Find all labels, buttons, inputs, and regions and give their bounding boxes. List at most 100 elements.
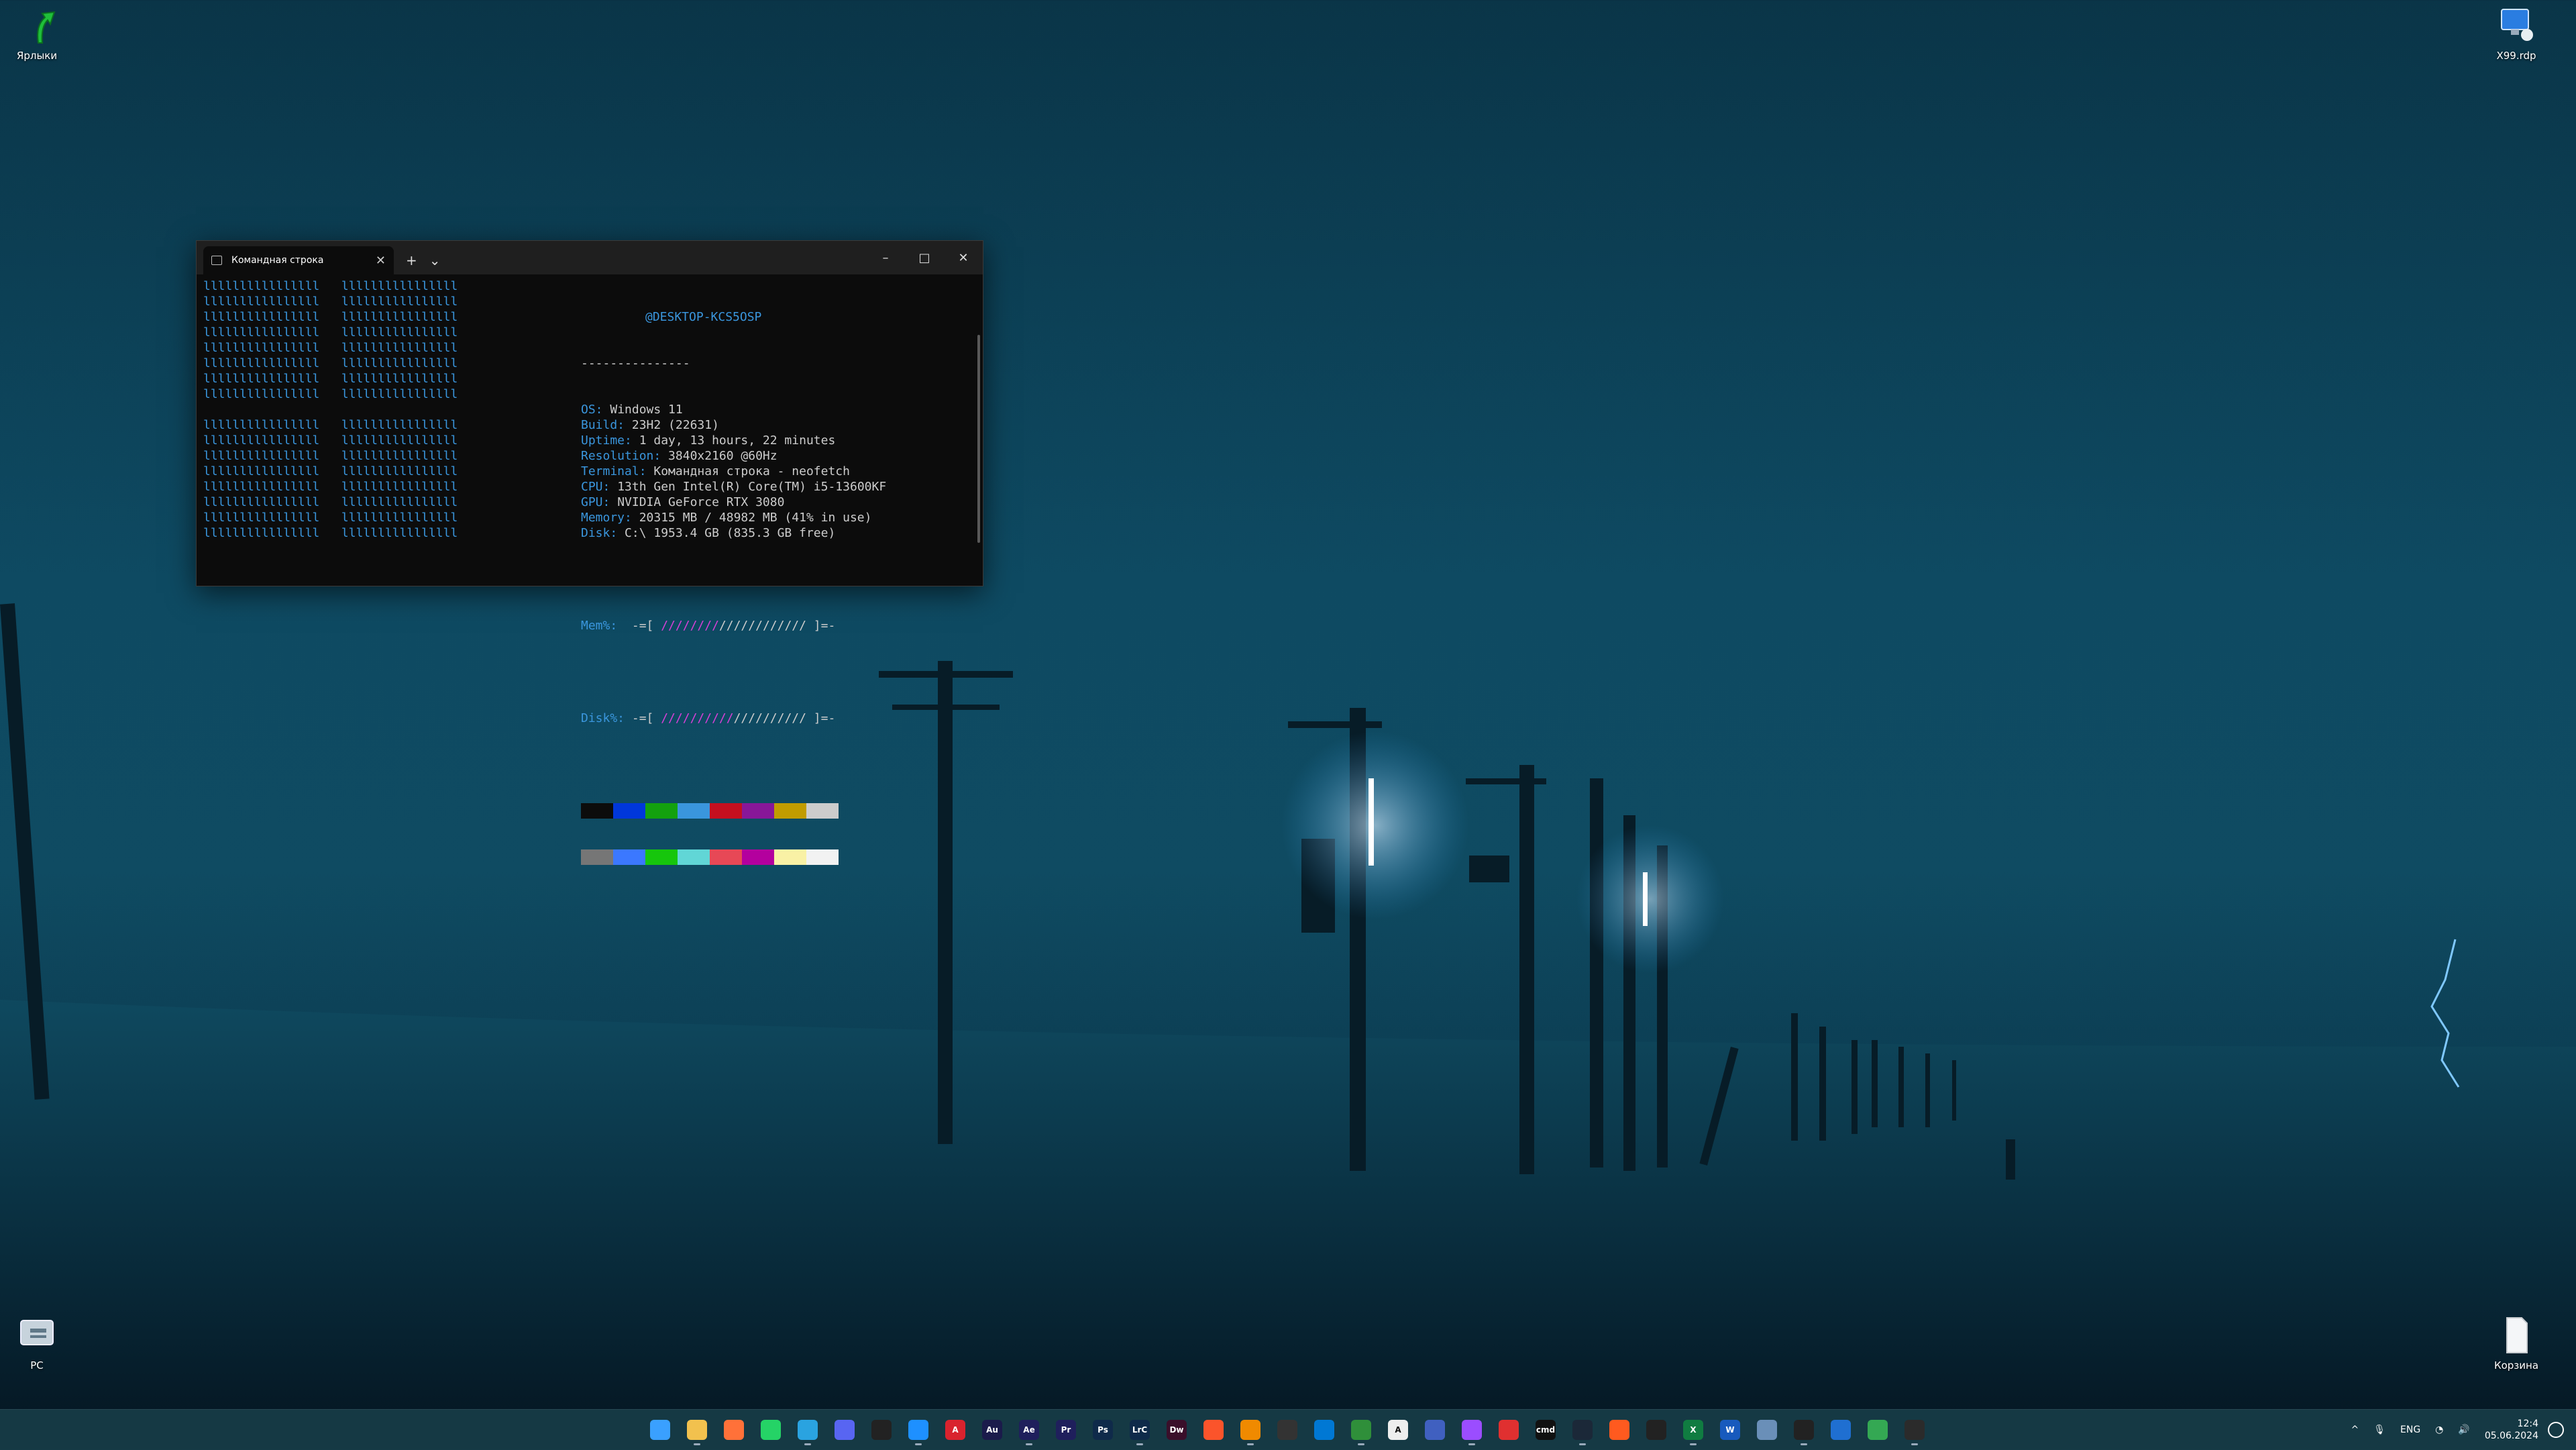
running-indicator xyxy=(1690,1443,1697,1445)
taskbar-app-chrome[interactable] xyxy=(1862,1414,1894,1446)
info-key: Build: xyxy=(581,418,625,432)
taskbar-app-app-rdp[interactable] xyxy=(1419,1414,1451,1446)
color-swatch xyxy=(581,803,613,819)
logo-line: llllllllllllllll llllllllllllllll xyxy=(203,480,458,494)
file-explorer-icon xyxy=(687,1420,707,1440)
app-white-a-icon: A xyxy=(1388,1420,1408,1440)
logo-line: llllllllllllllll llllllllllllllll xyxy=(203,387,458,401)
desktop-icon-pc[interactable]: PC xyxy=(0,1315,74,1371)
taskbar-app-app-green[interactable] xyxy=(1345,1414,1377,1446)
taskbar-app-app-meta[interactable] xyxy=(1788,1414,1820,1446)
logo-gap xyxy=(203,402,458,417)
taskbar-app-telegram[interactable] xyxy=(792,1414,824,1446)
taskbar-app-app-blue-circle[interactable] xyxy=(902,1414,934,1446)
running-indicator xyxy=(1136,1443,1143,1445)
minimize-button[interactable]: – xyxy=(866,241,905,274)
taskbar-app-dreamweaver[interactable]: Dw xyxy=(1161,1414,1193,1446)
taskbar-app-app-red[interactable] xyxy=(1493,1414,1525,1446)
taskbar-app-audition[interactable]: Au xyxy=(976,1414,1008,1446)
start-icon xyxy=(650,1420,670,1440)
tray-overflow-chevron-icon[interactable]: ^ xyxy=(2351,1425,2359,1435)
taskbar-app-app-white-a[interactable]: A xyxy=(1382,1414,1414,1446)
running-indicator xyxy=(1801,1443,1807,1445)
desktop-icon-label: Ярлыки xyxy=(16,50,58,62)
info-row: Terminal: Командная строка - neofetch xyxy=(581,464,886,479)
terminal-scrollbar[interactable] xyxy=(977,335,980,543)
taskbar-app-brave[interactable] xyxy=(1197,1414,1230,1446)
taskbar-app-lightroom[interactable]: LrC xyxy=(1124,1414,1156,1446)
clock[interactable]: 12:4 05.06.2024 xyxy=(2485,1418,2538,1442)
taskbar-app-app-yellow[interactable] xyxy=(865,1414,898,1446)
system-tray: ^ 🎙 ENG ◔ 🔊 12:4 05.06.2024 xyxy=(2351,1410,2576,1450)
taskbar-app-firefox[interactable] xyxy=(718,1414,750,1446)
taskbar-app-app-orange[interactable] xyxy=(1603,1414,1635,1446)
taskbar-app-photoshop[interactable]: Ps xyxy=(1087,1414,1119,1446)
running-indicator xyxy=(1579,1443,1586,1445)
taskbar-app-excel[interactable]: X xyxy=(1677,1414,1709,1446)
taskbar-app-vscode[interactable] xyxy=(1308,1414,1340,1446)
chrome-icon xyxy=(1868,1420,1888,1440)
acrobat-icon: A xyxy=(945,1420,965,1440)
taskbar-app-app-globe[interactable] xyxy=(1751,1414,1783,1446)
microphone-icon[interactable]: 🎙 xyxy=(2373,1425,2385,1435)
color-swatch xyxy=(806,803,839,819)
close-button[interactable]: ✕ xyxy=(944,241,983,274)
logo-line: llllllllllllllll llllllllllllllll xyxy=(203,433,458,448)
app-yellow-icon xyxy=(871,1420,892,1440)
color-swatch xyxy=(645,803,678,819)
wifi-icon[interactable]: ◔ xyxy=(2435,1425,2443,1435)
running-indicator xyxy=(915,1443,922,1445)
taskbar-app-start[interactable] xyxy=(644,1414,676,1446)
terminal-output[interactable]: llllllllllllllll llllllllllllllll lllllll… xyxy=(197,274,983,865)
taskbar-app-github[interactable] xyxy=(1271,1414,1303,1446)
taskbar-app-app-mail[interactable] xyxy=(1825,1414,1857,1446)
excel-icon: X xyxy=(1683,1420,1703,1440)
info-key: Uptime: xyxy=(581,433,632,448)
taskbar-app-app-dark[interactable]: cmd xyxy=(1529,1414,1562,1446)
disk-free: ////////// xyxy=(733,711,806,725)
taskbar-app-steam[interactable] xyxy=(1566,1414,1599,1446)
desktop-icon-shortcuts[interactable]: Ярлыки xyxy=(0,5,74,62)
color-swatch xyxy=(806,849,839,865)
taskbar-app-discord[interactable] xyxy=(828,1414,861,1446)
logo-line: llllllllllllllll llllllllllllllll xyxy=(203,495,458,509)
taskbar-app-file-explorer[interactable] xyxy=(681,1414,713,1446)
taskbar-app-after-effects[interactable]: Ae xyxy=(1013,1414,1045,1446)
vlc-icon xyxy=(1240,1420,1260,1440)
app-red-icon xyxy=(1499,1420,1519,1440)
mem-used: //////// xyxy=(661,619,719,633)
taskbar-app-whatsapp[interactable] xyxy=(755,1414,787,1446)
lightroom-icon: LrC xyxy=(1130,1420,1150,1440)
desktop-icon-x99-rdp[interactable]: X99.rdp xyxy=(2479,5,2553,62)
desktop-icon-recycle-bin[interactable]: Корзина xyxy=(2479,1315,2553,1371)
logo-line: llllllllllllllll llllllllllllllll xyxy=(203,449,458,463)
logo-line: llllllllllllllll llllllllllllllll xyxy=(203,464,458,478)
terminal-window[interactable]: Командная строка ✕ + ⌄ – □ ✕ lllllllllll… xyxy=(196,240,983,865)
info-value: Windows 11 xyxy=(602,403,683,417)
new-tab-button[interactable]: + xyxy=(406,246,417,274)
taskbar-app-premiere[interactable]: Pr xyxy=(1050,1414,1082,1446)
notification-icon[interactable] xyxy=(2548,1422,2564,1438)
disk-key: Disk%: xyxy=(581,711,625,725)
info-header: @DESKTOP-KCS5OSP xyxy=(645,310,762,324)
info-key: GPU: xyxy=(581,495,610,509)
info-row: CPU: 13th Gen Intel(R) Core(TM) i5-13600… xyxy=(581,479,886,495)
volume-icon[interactable]: 🔊 xyxy=(2458,1425,2469,1435)
info-key: Resolution: xyxy=(581,449,661,463)
language-indicator[interactable]: ENG xyxy=(2400,1425,2420,1435)
taskbar-app-app-screen[interactable] xyxy=(1640,1414,1672,1446)
terminal-tab[interactable]: Командная строка ✕ xyxy=(203,246,394,274)
tab-close-icon[interactable]: ✕ xyxy=(376,254,386,268)
clock-time: 12:4 xyxy=(2517,1418,2538,1429)
taskbar-app-terminal[interactable] xyxy=(1898,1414,1931,1446)
desktop-icon-label: Корзина xyxy=(2493,1359,2539,1371)
taskbar-app-acrobat[interactable]: A xyxy=(939,1414,971,1446)
taskbar-app-app-purple[interactable] xyxy=(1456,1414,1488,1446)
tab-dropdown-button[interactable]: ⌄ xyxy=(429,246,441,274)
maximize-button[interactable]: □ xyxy=(905,241,944,274)
taskbar-app-word[interactable]: W xyxy=(1714,1414,1746,1446)
terminal-icon xyxy=(1904,1420,1925,1440)
mem-suffix: ]=- xyxy=(806,619,836,633)
taskbar-app-vlc[interactable] xyxy=(1234,1414,1267,1446)
terminal-titlebar[interactable]: Командная строка ✕ + ⌄ – □ ✕ xyxy=(197,241,983,274)
